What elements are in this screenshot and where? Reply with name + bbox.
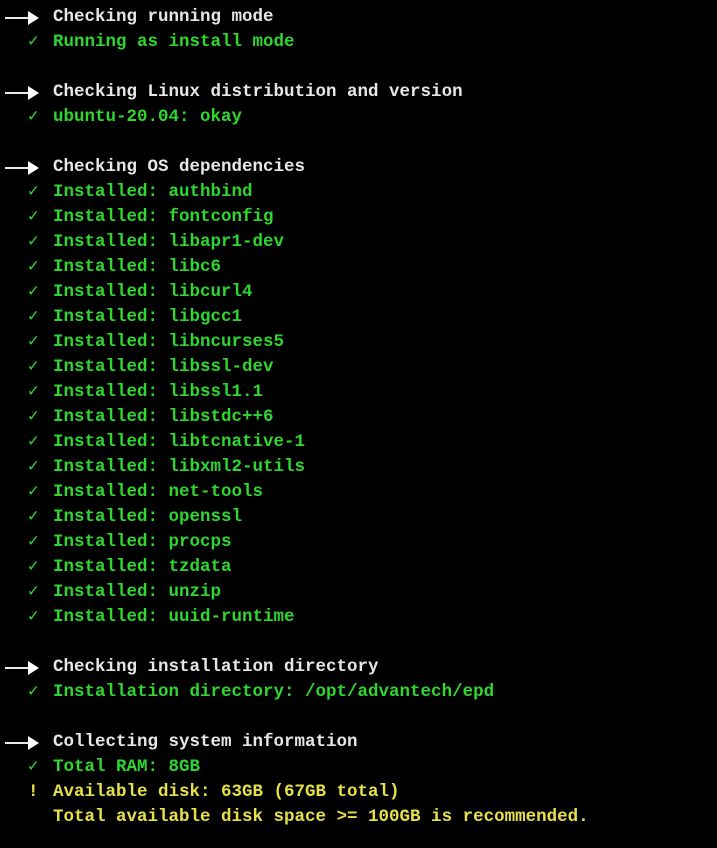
warning-line: ! Available disk: 63GB (67GB total) [3, 780, 717, 805]
success-line: ✓ Installed: authbind [3, 180, 717, 205]
check-icon: ✓ [28, 382, 39, 402]
status-message: Installed: libxml2-utils [53, 457, 306, 477]
section-heading-text: Checking installation directory [53, 657, 379, 677]
section-heading: Checking Linux distribution and version [3, 80, 717, 105]
success-line: ✓ Installed: libtcnative-1 [3, 430, 717, 455]
status-message: Installed: libapr1-dev [53, 232, 285, 252]
success-line: ✓ Installed: unzip [3, 580, 717, 605]
success-line: ✓ Running as install mode [3, 30, 717, 55]
check-icon: ✓ [28, 207, 39, 227]
check-icon: ✓ [28, 682, 39, 702]
success-line: ✓ Installed: libxml2-utils [3, 455, 717, 480]
terminal-output[interactable]: Checking running mode ✓ Running as install… [0, 0, 717, 848]
status-message: Installed: libncurses5 [53, 332, 285, 352]
check-icon: ✓ [28, 107, 39, 127]
section-heading: Checking running mode [3, 5, 717, 30]
success-line: ✓ ubuntu-20.04: okay [3, 105, 717, 130]
check-icon: ✓ [28, 282, 39, 302]
status-message: Installed: openssl [53, 507, 243, 527]
status-message: ubuntu-20.04: okay [53, 107, 243, 127]
status-message: Installed: libcurl4 [53, 282, 253, 302]
arrow-right-icon [3, 730, 53, 755]
check-icon: ✓ [28, 332, 39, 352]
arrow-right-icon [3, 655, 53, 680]
success-line: ✓ Installed: libssl-dev [3, 355, 717, 380]
status-message: Installed: libgcc1 [53, 307, 243, 327]
status-message: Installed: authbind [53, 182, 253, 202]
status-message: Installation directory: /opt/advantech/e… [53, 682, 495, 702]
success-line: ✓ Installed: net-tools [3, 480, 717, 505]
exclamation-icon: ! [28, 782, 39, 802]
arrow-right-icon [3, 5, 53, 30]
success-line: ✓ Installed: libgcc1 [3, 305, 717, 330]
check-icon: ✓ [28, 257, 39, 277]
success-line: ✓ Installed: uuid-runtime [3, 605, 717, 630]
status-message: Total available disk space >= 100GB is r… [53, 807, 589, 827]
section-heading: Checking installation directory [3, 655, 717, 680]
check-icon: ✓ [28, 307, 39, 327]
success-line: ✓ Installed: libc6 [3, 255, 717, 280]
status-message: Installed: tzdata [53, 557, 232, 577]
success-line: ✓ Installed: libssl1.1 [3, 380, 717, 405]
status-message: Installed: unzip [53, 582, 222, 602]
status-message: Installed: libssl1.1 [53, 382, 264, 402]
success-line: ✓ Installed: fontconfig [3, 205, 717, 230]
warning-line: Total available disk space >= 100GB is r… [3, 805, 717, 830]
status-message: Installed: libstdc++6 [53, 407, 274, 427]
success-line: ✓ Installation directory: /opt/advantech/… [3, 680, 717, 705]
success-line: ✓ Installed: openssl [3, 505, 717, 530]
status-message: Installed: libssl-dev [53, 357, 274, 377]
success-line: ✓ Installed: libapr1-dev [3, 230, 717, 255]
check-icon: ✓ [28, 757, 39, 777]
check-icon: ✓ [28, 232, 39, 252]
section-heading: Collecting system information [3, 730, 717, 755]
arrow-right-icon [3, 155, 53, 180]
success-line: ✓ Total RAM: 8GB [3, 755, 717, 780]
arrow-right-icon [3, 80, 53, 105]
success-line: ✓ Installed: procps [3, 530, 717, 555]
check-icon: ✓ [28, 182, 39, 202]
success-line: ✓ Installed: tzdata [3, 555, 717, 580]
status-message: Available disk: 63GB (67GB total) [53, 782, 400, 802]
section-heading-text: Checking Linux distribution and version [53, 82, 463, 102]
section-heading-text: Checking OS dependencies [53, 157, 306, 177]
check-icon: ✓ [28, 607, 39, 627]
status-message: Installed: fontconfig [53, 207, 274, 227]
status-message: Total RAM: 8GB [53, 757, 201, 777]
status-message: Installed: uuid-runtime [53, 607, 295, 627]
status-message: Running as install mode [53, 32, 295, 52]
status-message: Installed: procps [53, 532, 232, 552]
check-icon: ✓ [28, 407, 39, 427]
check-icon: ✓ [28, 482, 39, 502]
section-heading-text: Collecting system information [53, 732, 358, 752]
check-icon: ✓ [28, 32, 39, 52]
check-icon: ✓ [28, 357, 39, 377]
status-message: Installed: net-tools [53, 482, 264, 502]
check-icon: ✓ [28, 507, 39, 527]
section-heading-text: Checking running mode [53, 7, 274, 27]
success-line: ✓ Installed: libcurl4 [3, 280, 717, 305]
section-heading: Checking OS dependencies [3, 155, 717, 180]
check-icon: ✓ [28, 532, 39, 552]
check-icon: ✓ [28, 582, 39, 602]
success-line: ✓ Installed: libncurses5 [3, 330, 717, 355]
check-icon: ✓ [28, 457, 39, 477]
success-line: ✓ Installed: libstdc++6 [3, 405, 717, 430]
status-message: Installed: libtcnative-1 [53, 432, 306, 452]
check-icon: ✓ [28, 557, 39, 577]
check-icon: ✓ [28, 432, 39, 452]
status-message: Installed: libc6 [53, 257, 222, 277]
